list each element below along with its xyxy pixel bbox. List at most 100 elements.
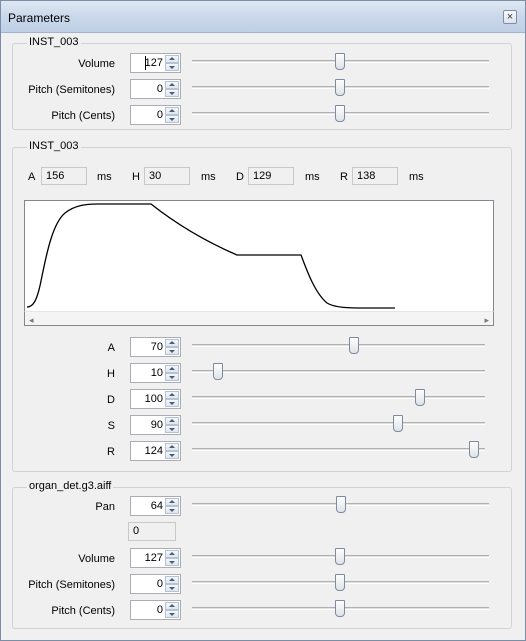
window-title: Parameters	[8, 11, 71, 25]
sample-group-label: organ_det.g3.aiff	[27, 480, 114, 492]
pan-spinbox[interactable]: 64	[130, 496, 181, 516]
sample-pitch-cents-spinbox[interactable]: 0	[130, 600, 181, 620]
volume-value: 127	[144, 57, 163, 69]
adsr-r-slider-track[interactable]	[192, 448, 485, 451]
hold-unit: ms	[201, 171, 216, 183]
decay-readout: 129	[248, 167, 294, 185]
close-icon: ×	[506, 11, 514, 23]
pitch-cents-value: 0	[156, 109, 163, 121]
adsr-s-value: 90	[150, 419, 163, 431]
adsr-d-slider-thumb[interactable]	[415, 389, 425, 406]
spin-up-icon[interactable]	[165, 602, 179, 610]
parameters-window: Parameters × INST_003 Volume 127 Pitch (…	[0, 0, 526, 641]
release-readout-label: R	[340, 171, 348, 183]
pitch-cents-label: Pitch (Cents)	[51, 110, 115, 122]
pitch-semitones-spinbox[interactable]: 0	[130, 79, 181, 99]
pan-label: Pan	[95, 501, 115, 513]
spin-up-icon[interactable]	[165, 550, 179, 558]
close-button[interactable]: ×	[503, 10, 517, 24]
pitch-semitones-label: Pitch (Semitones)	[28, 84, 115, 96]
sample-pitch-cents-value: 0	[156, 604, 163, 616]
hold-readout: 30	[144, 167, 190, 185]
adsr-a-slider-thumb[interactable]	[349, 337, 359, 354]
adsr-a-label: A	[107, 342, 115, 354]
spin-down-icon[interactable]	[165, 451, 179, 459]
adsr-h-slider-track[interactable]	[192, 370, 485, 373]
pitch-semitones-slider-thumb[interactable]	[335, 79, 345, 96]
release-readout: 138	[352, 167, 398, 185]
adsr-h-value: 10	[150, 367, 163, 379]
spin-up-icon[interactable]	[165, 576, 179, 584]
spin-down-icon[interactable]	[165, 347, 179, 355]
spin-up-icon[interactable]	[165, 498, 179, 506]
adsr-a-slider-track[interactable]	[192, 344, 485, 347]
spin-up-icon[interactable]	[165, 443, 179, 451]
decay-readout-label: D	[236, 171, 244, 183]
adsr-r-label: R	[107, 446, 115, 458]
adsr-r-spinbox[interactable]: 124	[130, 441, 181, 461]
envelope-curve	[26, 203, 395, 309]
sample-pitch-semitones-spinbox[interactable]: 0	[130, 574, 181, 594]
spin-down-icon[interactable]	[165, 610, 179, 618]
spin-down-icon[interactable]	[165, 373, 179, 381]
adsr-r-slider-thumb[interactable]	[469, 441, 479, 458]
spin-down-icon[interactable]	[165, 89, 179, 97]
adsr-a-value: 70	[150, 341, 163, 353]
spin-up-icon[interactable]	[165, 107, 179, 115]
decay-unit: ms	[305, 171, 320, 183]
spin-up-icon[interactable]	[165, 391, 179, 399]
sample-pitch-semitones-slider-thumb[interactable]	[335, 574, 345, 591]
adsr-s-slider-track[interactable]	[192, 422, 485, 425]
pan-slider-thumb[interactable]	[336, 496, 346, 513]
title-bar[interactable]: Parameters ×	[1, 1, 525, 33]
sample-volume-spinbox[interactable]: 127	[130, 548, 181, 568]
envelope-scrollbar[interactable]: ◂ ▸	[24, 311, 494, 326]
envelope-group-label: INST_003	[27, 140, 81, 152]
spin-down-icon[interactable]	[165, 115, 179, 123]
pitch-cents-spinbox[interactable]: 0	[130, 105, 181, 125]
spin-down-icon[interactable]	[165, 63, 179, 71]
spin-up-icon[interactable]	[165, 55, 179, 63]
spin-up-icon[interactable]	[165, 339, 179, 347]
adsr-d-slider-track[interactable]	[192, 396, 485, 399]
spin-down-icon[interactable]	[165, 399, 179, 407]
adsr-d-spinbox[interactable]: 100	[130, 389, 181, 409]
pan-value: 64	[150, 500, 163, 512]
sample-pitch-semitones-label: Pitch (Semitones)	[28, 579, 115, 591]
release-unit: ms	[409, 171, 424, 183]
sample-pitch-cents-slider-thumb[interactable]	[335, 600, 345, 617]
scroll-left-icon[interactable]: ◂	[29, 315, 34, 326]
adsr-s-slider-thumb[interactable]	[393, 415, 403, 432]
adsr-s-label: S	[107, 420, 115, 432]
instrument-group-label: INST_003	[27, 36, 81, 48]
volume-label: Volume	[78, 58, 115, 70]
spin-down-icon[interactable]	[165, 584, 179, 592]
adsr-r-value: 124	[144, 445, 163, 457]
sample-pitch-semitones-value: 0	[156, 578, 163, 590]
spin-down-icon[interactable]	[165, 425, 179, 433]
attack-readout-label: A	[28, 171, 36, 183]
volume-slider-thumb[interactable]	[335, 53, 345, 70]
spin-up-icon[interactable]	[165, 417, 179, 425]
adsr-d-label: D	[107, 394, 115, 406]
sample-volume-label: Volume	[78, 553, 115, 565]
attack-unit: ms	[97, 171, 112, 183]
pitch-cents-slider-thumb[interactable]	[335, 105, 345, 122]
sample-volume-value: 127	[144, 552, 163, 564]
adsr-h-slider-thumb[interactable]	[213, 363, 223, 380]
spin-up-icon[interactable]	[165, 365, 179, 373]
spin-up-icon[interactable]	[165, 81, 179, 89]
spin-down-icon[interactable]	[165, 558, 179, 566]
adsr-d-value: 100	[144, 393, 163, 405]
adsr-s-spinbox[interactable]: 90	[130, 415, 181, 435]
envelope-graph[interactable]	[24, 200, 494, 326]
adsr-a-spinbox[interactable]: 70	[130, 337, 181, 357]
adsr-h-label: H	[107, 368, 115, 380]
sample-volume-slider-thumb[interactable]	[335, 548, 345, 565]
spin-down-icon[interactable]	[165, 506, 179, 514]
hold-readout-label: H	[132, 171, 140, 183]
scroll-right-icon[interactable]: ▸	[484, 315, 489, 326]
sample-pitch-cents-label: Pitch (Cents)	[51, 605, 115, 617]
volume-spinbox[interactable]: 127	[130, 53, 181, 73]
adsr-h-spinbox[interactable]: 10	[130, 363, 181, 383]
